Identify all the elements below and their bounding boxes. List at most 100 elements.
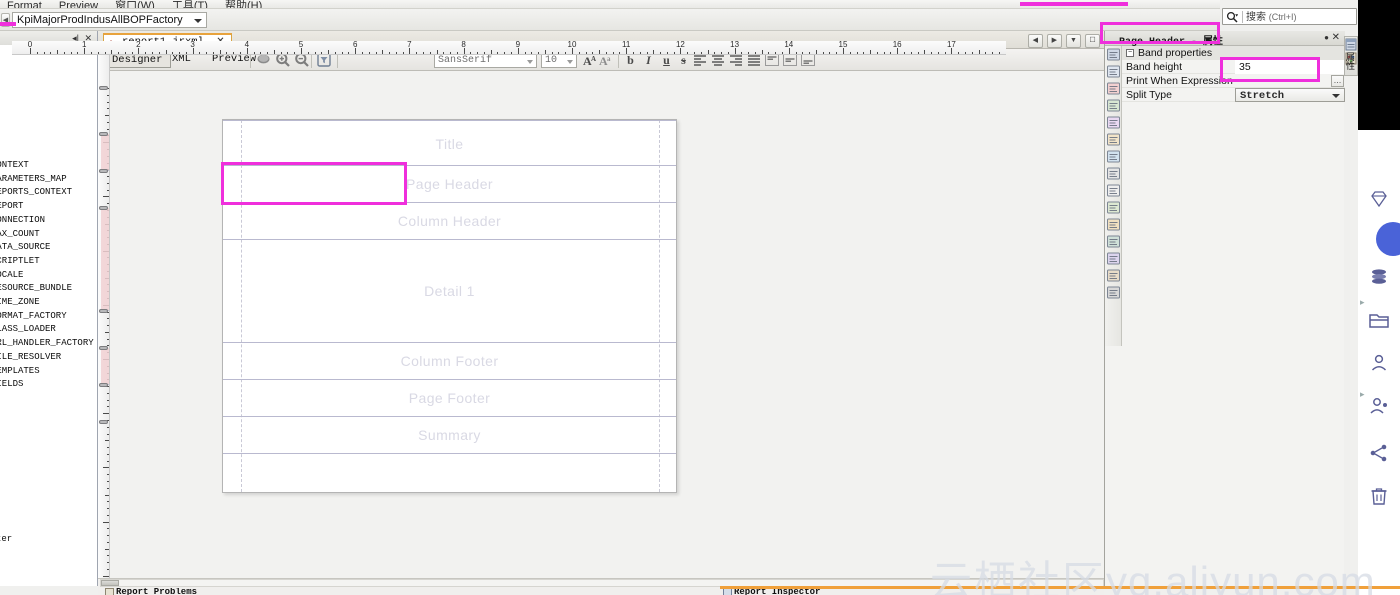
parameters-tree[interactable]: CONTEXT PARAMETERS_MAP REPORTS_CONTEXT R… bbox=[0, 159, 94, 392]
report-band-title[interactable]: Title bbox=[223, 120, 676, 166]
list-item[interactable]: LOCALE bbox=[0, 269, 92, 283]
ellipse-icon[interactable] bbox=[1106, 132, 1121, 148]
list-item[interactable]: CLASS_LOADER bbox=[0, 323, 92, 337]
ruler-tick bbox=[90, 51, 92, 54]
frame-icon[interactable] bbox=[1106, 166, 1121, 182]
list-item[interactable]: CONNECTION bbox=[0, 214, 92, 228]
chevron-right-icon[interactable]: ▸ bbox=[1360, 389, 1365, 400]
list-item[interactable]: SCRIPTLET bbox=[0, 255, 92, 269]
chevron-right-icon[interactable]: ▸ bbox=[1360, 297, 1365, 308]
folder-icon[interactable] bbox=[1368, 309, 1390, 331]
search-box[interactable]: 搜索 (Ctrl+I) bbox=[1222, 8, 1357, 25]
chart-icon[interactable] bbox=[1106, 268, 1121, 284]
decrease-font-icon[interactable]: A a bbox=[599, 53, 614, 68]
font-family-combo[interactable]: SansSerif bbox=[434, 53, 537, 68]
table-icon[interactable] bbox=[1106, 251, 1121, 267]
list-item[interactable]: FORMAT_FACTORY bbox=[0, 310, 92, 324]
diamond-icon[interactable] bbox=[1368, 188, 1390, 210]
layers-icon[interactable] bbox=[1368, 266, 1390, 288]
list-item[interactable]: CONTEXT bbox=[0, 159, 92, 173]
text-icon[interactable] bbox=[1106, 183, 1121, 199]
report-band-page-header[interactable]: Page Header bbox=[223, 166, 676, 203]
scrollbar-thumb[interactable] bbox=[101, 580, 119, 586]
strikethrough-icon[interactable]: s bbox=[676, 53, 691, 68]
subreport-icon[interactable] bbox=[1106, 217, 1121, 233]
list-item[interactable]: RESOURCE_BUNDLE bbox=[0, 282, 92, 296]
list-item[interactable]: REPORT bbox=[0, 200, 92, 214]
font-size-combo[interactable]: 10 bbox=[541, 53, 577, 68]
increase-font-icon[interactable]: A A bbox=[583, 53, 598, 68]
bottom-tab-report-inspector[interactable]: Report Inspector bbox=[722, 588, 824, 595]
band-height-input[interactable]: 35 bbox=[1235, 60, 1345, 74]
underline-icon[interactable]: u bbox=[659, 53, 674, 68]
barcode-icon[interactable] bbox=[1106, 200, 1121, 216]
menu-item-format[interactable]: Format bbox=[0, 1, 49, 9]
element-palette[interactable] bbox=[1105, 46, 1122, 346]
property-row-split-type[interactable]: Split Type Stretch bbox=[1122, 88, 1345, 102]
band-resize-handle[interactable] bbox=[99, 346, 108, 350]
trash-icon[interactable] bbox=[1368, 485, 1390, 507]
bold-icon[interactable]: b bbox=[623, 53, 638, 68]
split-type-combo[interactable]: Stretch bbox=[1235, 88, 1345, 102]
add-user-icon[interactable] bbox=[1368, 395, 1390, 417]
avatar-circle-icon[interactable] bbox=[1376, 222, 1400, 256]
collapse-minus-icon[interactable]: − bbox=[1126, 49, 1134, 57]
close-icon[interactable]: ✕ bbox=[1332, 32, 1340, 43]
band-resize-handle[interactable] bbox=[99, 132, 108, 136]
font-size-value: 10 bbox=[545, 55, 558, 66]
line-icon[interactable] bbox=[1106, 115, 1121, 131]
scroll-left-icon[interactable]: ◀ bbox=[1027, 34, 1043, 48]
report-band-column-footer[interactable]: Column Footer bbox=[223, 343, 676, 380]
band-resize-handle[interactable] bbox=[99, 383, 108, 387]
ruler-tick bbox=[267, 51, 269, 54]
list-item[interactable]: MAX_COUNT bbox=[0, 228, 92, 242]
ruler-tick bbox=[775, 51, 777, 54]
menu-item-preview[interactable]: Preview bbox=[52, 1, 105, 9]
band-resize-handle[interactable] bbox=[99, 206, 108, 210]
maximize-icon[interactable]: ☐ bbox=[1085, 34, 1100, 48]
menu-item-help[interactable]: 帮助(H) bbox=[218, 1, 269, 9]
user-icon[interactable] bbox=[1368, 352, 1390, 374]
menu-item-window[interactable]: 窗口(W) bbox=[108, 1, 162, 9]
scroll-right-icon[interactable]: ▶ bbox=[1046, 34, 1062, 48]
image-icon[interactable] bbox=[1106, 98, 1121, 114]
design-canvas[interactable]: Title Page Header Column Header Detail 1 Col… bbox=[208, 86, 1104, 595]
list-item[interactable]: TIME_ZONE bbox=[0, 296, 92, 310]
ruler-tick bbox=[103, 521, 109, 523]
list-item[interactable]: REPORTS_CONTEXT bbox=[0, 186, 92, 200]
menu-item-tools[interactable]: 工具(T) bbox=[165, 1, 215, 9]
list-item[interactable]: TEMPLATES bbox=[0, 365, 92, 379]
band-resize-handle[interactable] bbox=[99, 86, 108, 90]
bottom-tab-report-problems[interactable]: Report Problems bbox=[104, 588, 201, 595]
list-item[interactable]: FILE_RESOLVER bbox=[0, 351, 92, 365]
list-item[interactable]: URL_HANDLER_FACTORY bbox=[0, 337, 94, 351]
report-band-detail-1[interactable]: Detail 1 bbox=[223, 240, 676, 343]
band-resize-handle[interactable] bbox=[99, 309, 108, 313]
report-band-column-header[interactable]: Column Header bbox=[223, 203, 676, 240]
report-band-page-footer[interactable]: Page Footer bbox=[223, 380, 676, 417]
crosstab-icon[interactable] bbox=[1106, 234, 1121, 250]
more-icon[interactable] bbox=[1106, 285, 1121, 301]
tab-list-icon[interactable]: ▼ bbox=[1065, 34, 1081, 48]
property-row-band-height[interactable]: Band height 35 bbox=[1122, 60, 1345, 74]
report-page[interactable]: Title Page Header Column Header Detail 1 Col… bbox=[222, 119, 677, 493]
list-item[interactable]: FIELDS bbox=[0, 378, 92, 392]
properties-group-header[interactable]: − Band properties bbox=[1122, 46, 1345, 60]
band-resize-handle[interactable] bbox=[99, 420, 108, 424]
share-icon[interactable] bbox=[1368, 442, 1390, 464]
rectangle-icon[interactable] bbox=[1106, 81, 1121, 97]
ellipsis-button[interactable]: … bbox=[1331, 75, 1344, 87]
properties-dock-icon[interactable] bbox=[1345, 38, 1357, 51]
break-icon[interactable] bbox=[1106, 149, 1121, 165]
list-item[interactable]: DATA_SOURCE bbox=[0, 241, 92, 255]
text-field-icon[interactable] bbox=[1106, 64, 1121, 80]
list-item[interactable]: PARAMETERS_MAP bbox=[0, 173, 92, 187]
property-row-print-when-expression[interactable]: Print When Expression … bbox=[1122, 74, 1345, 88]
band-resize-handle[interactable] bbox=[99, 169, 108, 173]
pin-icon[interactable]: ● bbox=[1324, 33, 1329, 42]
static-text-icon[interactable] bbox=[1106, 47, 1121, 63]
italic-icon[interactable]: I bbox=[641, 53, 656, 68]
factory-combo[interactable]: KpiMajorProdIndusAllBOPFactory bbox=[12, 12, 207, 28]
report-band-summary[interactable]: Summary bbox=[223, 417, 676, 454]
print-when-expression-value[interactable] bbox=[1235, 74, 1345, 88]
